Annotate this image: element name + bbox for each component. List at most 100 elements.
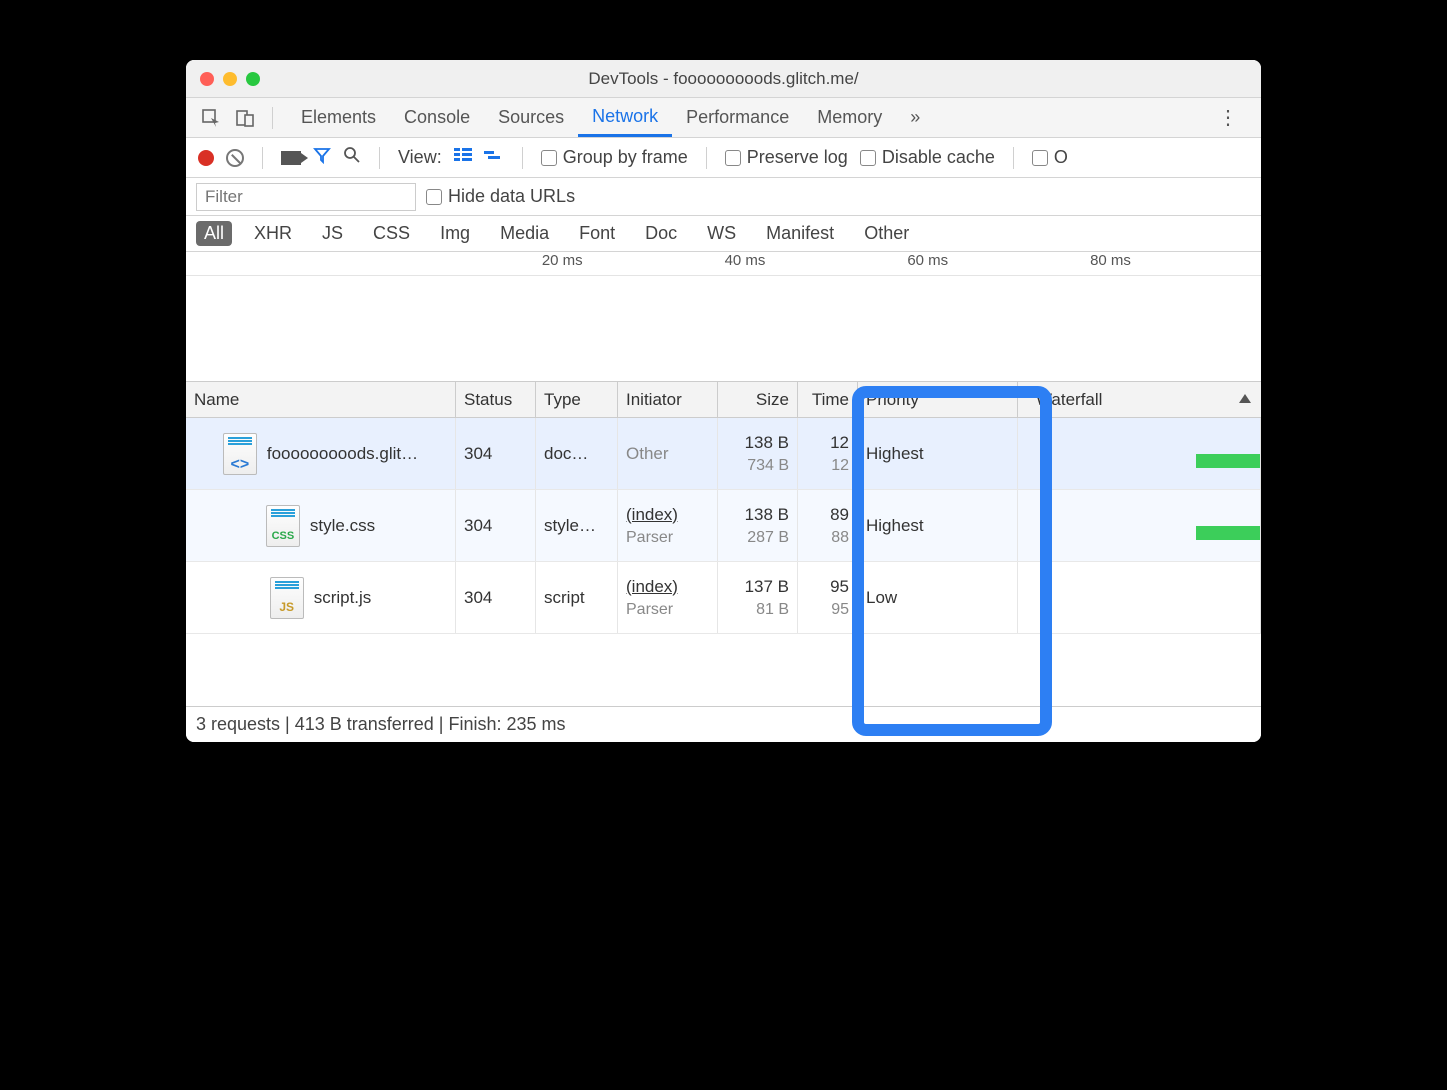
divider	[262, 147, 263, 169]
request-waterfall	[1018, 562, 1261, 633]
screenshot-icon[interactable]	[281, 151, 301, 165]
preserve-log-checkbox[interactable]: Preserve log	[725, 147, 848, 168]
request-status: 304	[456, 562, 536, 633]
col-status-header[interactable]: Status	[456, 382, 536, 417]
tab-performance[interactable]: Performance	[672, 98, 803, 137]
clear-icon[interactable]	[226, 149, 244, 167]
timeline-tick: 20 ms	[542, 252, 583, 269]
col-type-header[interactable]: Type	[536, 382, 618, 417]
group-by-frame-label: Group by frame	[563, 147, 688, 168]
view-label: View:	[398, 147, 442, 168]
type-filter-other[interactable]: Other	[856, 221, 917, 246]
main-tabs: ElementsConsoleSourcesNetworkPerformance…	[186, 98, 1261, 138]
request-grid: <>fooooooooods.glit…304doc…Other138 B734…	[186, 418, 1261, 634]
request-name: script.js	[314, 588, 372, 608]
type-filter-manifest[interactable]: Manifest	[758, 221, 842, 246]
request-status: 304	[456, 418, 536, 489]
timeline-tick: 60 ms	[907, 252, 948, 269]
timeline-overview[interactable]: 20 ms40 ms60 ms80 ms100 ms	[186, 252, 1261, 382]
tab-sources[interactable]: Sources	[484, 98, 578, 137]
sort-asc-icon	[1239, 394, 1251, 403]
file-type-icon: <>	[223, 433, 257, 475]
hide-data-urls-label: Hide data URLs	[448, 186, 575, 207]
close-window-icon[interactable]	[200, 72, 214, 86]
col-size-header[interactable]: Size	[718, 382, 798, 417]
minimize-window-icon[interactable]	[223, 72, 237, 86]
more-tabs-icon[interactable]: »	[910, 107, 920, 128]
type-filter-css[interactable]: CSS	[365, 221, 418, 246]
request-time: 8988	[798, 490, 858, 561]
network-toolbar: View: Group by frame Preserve log Disabl…	[186, 138, 1261, 178]
hide-data-urls-checkbox[interactable]: Hide data URLs	[426, 186, 575, 207]
filter-toggle-icon[interactable]	[313, 146, 331, 169]
type-filter-media[interactable]: Media	[492, 221, 557, 246]
file-type-icon: JS	[270, 577, 304, 619]
request-time: 9595	[798, 562, 858, 633]
request-type: style…	[536, 490, 618, 561]
disable-cache-checkbox[interactable]: Disable cache	[860, 147, 995, 168]
file-type-icon: CSS	[266, 505, 300, 547]
type-filter-ws[interactable]: WS	[699, 221, 744, 246]
timeline-tick: 80 ms	[1090, 252, 1131, 269]
tab-network[interactable]: Network	[578, 98, 672, 137]
tab-elements[interactable]: Elements	[287, 98, 390, 137]
type-filter-bar: All XHR JS CSS Img Media Font Doc WS Manifest Othe…	[186, 216, 1261, 252]
settings-menu-icon[interactable]: ⋮	[1208, 105, 1249, 130]
col-name-header[interactable]: Name	[186, 382, 456, 417]
filter-bar: Hide data URLs	[186, 178, 1261, 216]
type-filter-xhr[interactable]: XHR	[246, 221, 300, 246]
record-icon[interactable]	[198, 150, 214, 166]
request-row[interactable]: CSS style.css 304style…(index)Parser138 B2…	[186, 490, 1261, 562]
request-row[interactable]: <> fooooooooods.glit… 304doc…Other138 B734…	[186, 418, 1261, 490]
inspect-element-icon[interactable]	[198, 105, 224, 131]
request-initiator: (index)Parser	[618, 490, 718, 561]
request-priority: Low	[858, 562, 1018, 633]
traffic-lights	[186, 72, 260, 86]
request-priority: Highest	[858, 490, 1018, 561]
request-row[interactable]: JS script.js 304script(index)Parser137 B81…	[186, 562, 1261, 634]
disable-cache-label: Disable cache	[882, 147, 995, 168]
request-size: 137 B81 B	[718, 562, 798, 633]
request-initiator: Other	[618, 418, 718, 489]
type-filter-font[interactable]: Font	[571, 221, 623, 246]
device-toolbar-icon[interactable]	[232, 105, 258, 131]
col-waterfall-header[interactable]: Waterfall	[1018, 382, 1261, 417]
col-initiator-header[interactable]: Initiator	[618, 382, 718, 417]
request-initiator: (index)Parser	[618, 562, 718, 633]
request-time: 1212	[798, 418, 858, 489]
col-time-header[interactable]: Time	[798, 382, 858, 417]
window-title: DevTools - fooooooooods.glitch.me/	[186, 69, 1261, 89]
grid-header: Name Status Type Initiator Size Time Pri…	[186, 382, 1261, 418]
request-type: script	[536, 562, 618, 633]
offline-label-cut: O	[1054, 147, 1068, 168]
divider	[379, 147, 380, 169]
request-size: 138 B287 B	[718, 490, 798, 561]
offline-checkbox[interactable]: O	[1032, 147, 1068, 168]
large-rows-icon[interactable]	[454, 147, 472, 168]
filter-input[interactable]	[196, 183, 416, 211]
overview-icon[interactable]	[484, 147, 504, 168]
divider	[1013, 147, 1014, 169]
status-strip: 3 requests | 413 B transferred | Finish:…	[186, 706, 1261, 742]
request-name: fooooooooods.glit…	[267, 444, 418, 464]
request-waterfall	[1018, 418, 1261, 489]
type-filter-doc[interactable]: Doc	[637, 221, 685, 246]
group-by-frame-checkbox[interactable]: Group by frame	[541, 147, 688, 168]
divider	[272, 107, 273, 129]
divider	[706, 147, 707, 169]
titlebar: DevTools - fooooooooods.glitch.me/	[186, 60, 1261, 98]
request-waterfall	[1018, 490, 1261, 561]
search-icon[interactable]	[343, 146, 361, 169]
request-size: 138 B734 B	[718, 418, 798, 489]
tab-memory[interactable]: Memory	[803, 98, 896, 137]
empty-row	[186, 634, 1261, 706]
type-filter-img[interactable]: Img	[432, 221, 478, 246]
tab-console[interactable]: Console	[390, 98, 484, 137]
type-filter-all[interactable]: All	[196, 221, 232, 246]
request-type: doc…	[536, 418, 618, 489]
zoom-window-icon[interactable]	[246, 72, 260, 86]
type-filter-js[interactable]: JS	[314, 221, 351, 246]
request-name: style.css	[310, 516, 375, 536]
col-priority-header[interactable]: Priority	[858, 382, 1018, 417]
request-status: 304	[456, 490, 536, 561]
